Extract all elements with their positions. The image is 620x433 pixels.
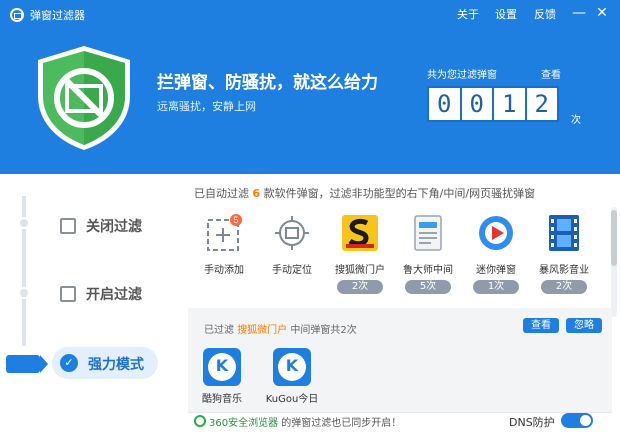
kugou-glyph: K <box>215 356 229 375</box>
counter-digit: 0 <box>427 86 462 122</box>
feedback-link[interactable]: 反馈 <box>534 6 556 22</box>
popup-count-badge: 2次 <box>541 280 587 294</box>
software-scrollbar-thumb[interactable] <box>611 210 617 266</box>
manual-add-item[interactable]: 5 手动添加 <box>192 214 256 276</box>
manual-add-badge: 5 <box>233 215 238 225</box>
browser-icon <box>194 415 206 427</box>
active-mode-marker <box>6 355 48 373</box>
summary-prefix: 已自动过滤 <box>194 187 249 200</box>
close-button[interactable]: ✕ <box>593 4 611 22</box>
view-history-link[interactable]: 查看 <box>541 66 561 81</box>
title-bar: 弹窗过滤器 关于 设置 反馈 — ✕ <box>0 0 620 28</box>
summary-count: 6 <box>252 187 261 200</box>
view-button[interactable]: 查看 <box>523 318 559 333</box>
browser-sync-text: 的弹窗过滤也已同步开启！ <box>281 418 402 429</box>
hero-subline: 远离骚扰，安静上网 <box>157 100 256 113</box>
ignore-button[interactable]: 忽略 <box>566 318 602 333</box>
kugou-today-item[interactable]: K KuGou今日 <box>262 348 322 405</box>
counter-digit: 1 <box>492 86 527 122</box>
filtered-detail-label: 已过滤 搜狐微门户 中间弹窗共2次 <box>204 321 357 336</box>
browser-sync-status: 360安全浏览器 的弹窗过滤也已同步开启！ <box>209 414 401 429</box>
kugou-icon: K <box>273 348 311 386</box>
software-item-sohu[interactable]: 搜狐微门户 2次 <box>328 214 392 294</box>
software-name: 暴风影音业 <box>539 265 589 276</box>
counter-unit: 次 <box>571 115 581 126</box>
mode-on[interactable]: 开启过滤 <box>60 279 142 309</box>
kugou-music-name: 酷狗音乐 <box>202 394 242 405</box>
popup-count-badge: 1次 <box>473 280 519 294</box>
popup-count-badge: 5次 <box>405 280 451 294</box>
manual-locate-item[interactable]: 手动定位 <box>260 214 324 276</box>
kugou-glyph: K <box>285 356 299 375</box>
document-icon <box>414 215 442 251</box>
about-link[interactable]: 关于 <box>457 6 479 22</box>
film-icon <box>549 215 579 251</box>
app-window: 弹窗过滤器 关于 设置 反馈 — ✕ 拦弹窗、防骚扰，就这么给力 远离骚扰，安静… <box>0 0 620 433</box>
minimize-button[interactable]: — <box>570 4 588 22</box>
mode-slider-dot[interactable] <box>18 217 30 229</box>
play-circle-icon <box>479 216 513 250</box>
software-item-baofeng[interactable]: 暴风影音业 2次 <box>532 214 596 294</box>
software-name: 鲁大师中间 <box>403 265 453 276</box>
shield-icon <box>38 46 130 150</box>
filtered-software-name[interactable]: 搜狐微门户 <box>237 325 287 336</box>
counter-digit: 2 <box>524 86 559 122</box>
kugou-music-item[interactable]: K 酷狗音乐 <box>192 348 252 405</box>
software-item-ludashi[interactable]: 鲁大师中间 5次 <box>396 214 460 294</box>
mode-off[interactable]: 关闭过滤 <box>60 211 142 241</box>
software-name: 迷你弹窗 <box>476 265 516 276</box>
checkbox-window-icon <box>60 218 76 234</box>
software-name: 搜狐微门户 <box>335 265 385 276</box>
filtered-prefix: 已过滤 <box>204 325 234 336</box>
filter-counter: 0 0 1 2 <box>427 86 559 122</box>
dns-protection-toggle[interactable] <box>561 413 593 428</box>
mode-strong[interactable]: ✓ 强力模式 <box>52 347 158 379</box>
browser-link[interactable]: 360安全浏览器 <box>209 418 278 429</box>
hero-headline: 拦弹窗、防骚扰，就这么给力 <box>157 73 378 93</box>
settings-link[interactable]: 设置 <box>495 6 517 22</box>
app-logo-icon <box>10 8 24 22</box>
crosshair-icon <box>275 216 309 250</box>
mode-strong-label: 强力模式 <box>88 357 144 373</box>
filter-count-label: 共为您过滤弹窗 <box>427 70 497 81</box>
add-dashed-icon: 5 <box>207 214 242 251</box>
dns-protection-label: DNS防护 <box>509 416 555 429</box>
popup-count-badge: 2次 <box>337 280 383 294</box>
software-name: 手动定位 <box>272 265 312 276</box>
kugou-icon: K <box>203 348 241 386</box>
summary-suffix: 款软件弹窗，过滤非功能型的右下角/中间/网页骚扰弹窗 <box>263 187 536 200</box>
mode-on-label: 开启过滤 <box>86 287 142 303</box>
kugou-today-name: KuGou今日 <box>265 394 319 405</box>
filter-summary: 已自动过滤 6 款软件弹窗，过滤非功能型的右下角/中间/网页骚扰弹窗 <box>194 185 535 201</box>
filtered-suffix: 中间弹窗共2次 <box>290 325 357 336</box>
software-item-mini[interactable]: 迷你弹窗 1次 <box>464 214 528 294</box>
window-icon <box>60 286 76 302</box>
mode-off-label: 关闭过滤 <box>86 219 142 235</box>
software-name: 手动添加 <box>204 265 244 276</box>
sohu-icon <box>342 215 378 251</box>
counter-digit: 0 <box>459 86 494 122</box>
app-title: 弹窗过滤器 <box>30 9 85 22</box>
check-circle-icon: ✓ <box>60 354 78 372</box>
mode-slider-dot[interactable] <box>18 287 30 299</box>
